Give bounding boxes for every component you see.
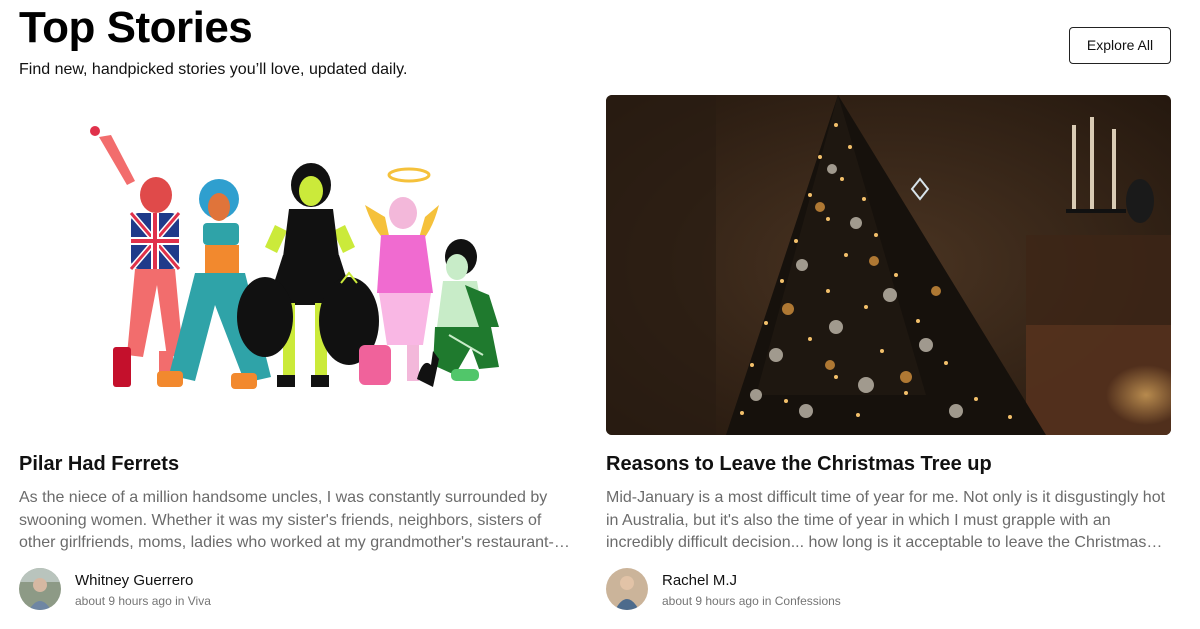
community-link[interactable]: Viva (188, 594, 211, 608)
explore-all-button[interactable]: Explore All (1069, 27, 1171, 64)
story-meta: about 9 hours ago in Confessions (662, 594, 841, 608)
story-title[interactable]: Pilar Had Ferrets (19, 452, 179, 476)
page-subtitle: Find new, handpicked stories you’ll love… (19, 61, 408, 78)
story-thumbnail[interactable] (606, 95, 1171, 435)
story-meta: about 9 hours ago in Viva (75, 594, 211, 608)
story-thumbnail[interactable] (19, 95, 584, 435)
christmas-tree-photo-icon (606, 95, 1171, 435)
story-card[interactable]: Pilar Had Ferrets As the niece of a mill… (19, 95, 584, 615)
story-time: about 9 hours ago in (75, 594, 185, 608)
author-name[interactable]: Rachel M.J (662, 572, 737, 590)
author-row: Rachel M.J about 9 hours ago in Confessi… (606, 568, 1006, 612)
avatar[interactable] (19, 568, 61, 610)
story-card[interactable]: Reasons to Leave the Christmas Tree up M… (606, 95, 1171, 615)
community-link[interactable]: Confessions (775, 594, 841, 608)
story-excerpt: As the niece of a million handsome uncle… (19, 489, 554, 552)
author-row: Whitney Guerrero about 9 hours ago in Vi… (19, 568, 419, 612)
story-excerpt: Mid-January is a most difficult time of … (606, 489, 1166, 552)
story-time: about 9 hours ago in (662, 594, 772, 608)
author-name[interactable]: Whitney Guerrero (75, 572, 193, 590)
story-title[interactable]: Reasons to Leave the Christmas Tree up (606, 452, 992, 476)
illustration-five-women-icon (19, 95, 584, 435)
page-title: Top Stories (19, 3, 253, 52)
avatar[interactable] (606, 568, 648, 610)
